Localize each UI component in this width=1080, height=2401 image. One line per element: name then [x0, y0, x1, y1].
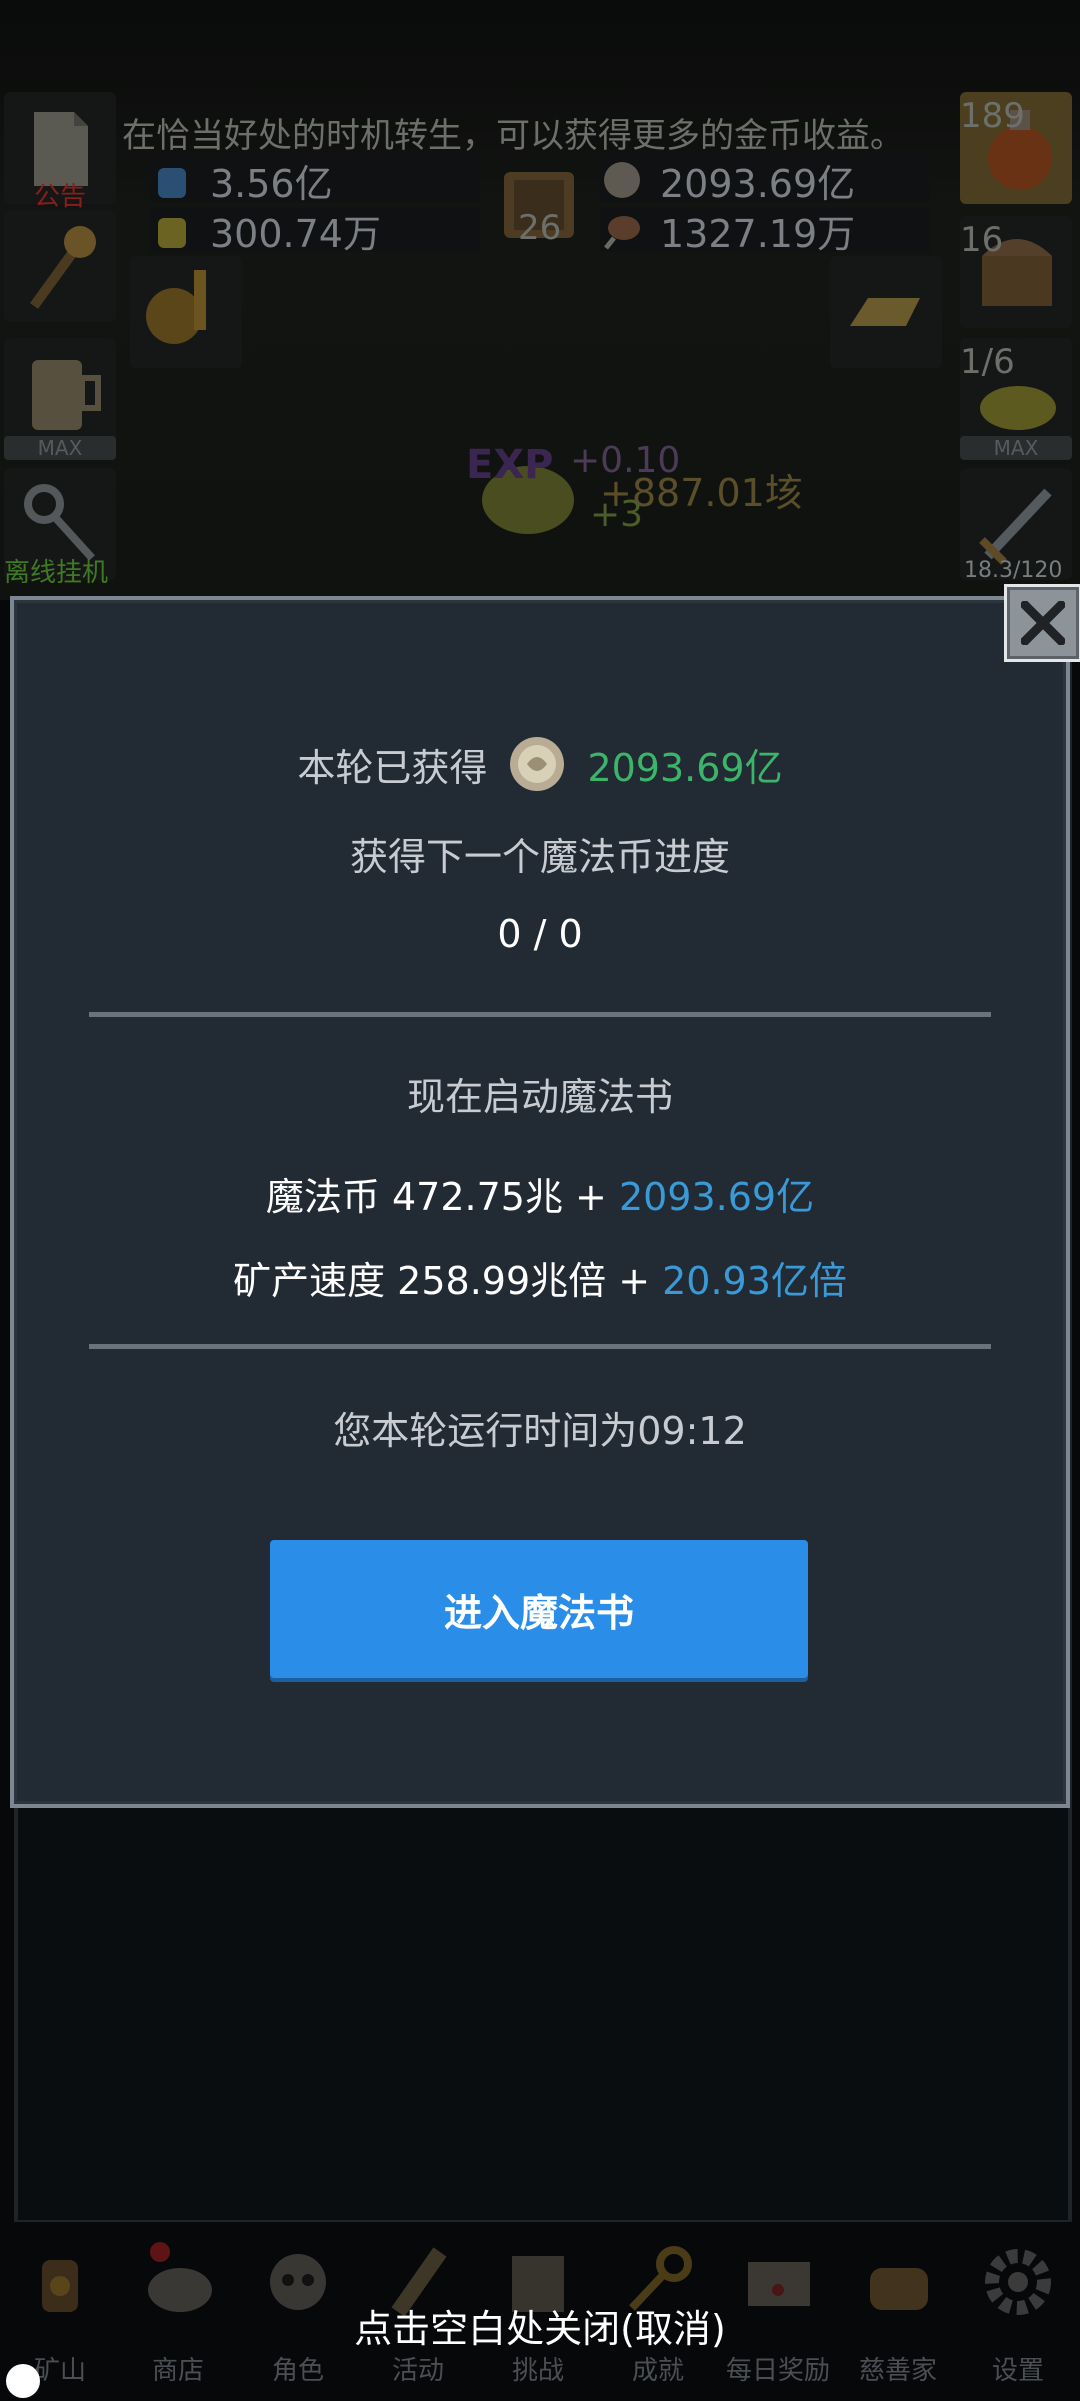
chest-button[interactable]: 16: [960, 216, 1072, 328]
ore-progress: 1/6: [960, 342, 1015, 382]
beer-upgrade-button[interactable]: [4, 338, 116, 450]
runtime-text: 您本轮运行时间为09:12: [333, 1409, 747, 1453]
gold-bar-icon: [850, 298, 920, 326]
meat-value: 1327.19万: [660, 211, 856, 256]
yellow-potion-value: 300.74万: [210, 211, 381, 256]
coin-resource: 2093.69亿: [600, 156, 930, 206]
dialog-close-button[interactable]: [1004, 584, 1080, 662]
ore-max-badge: MAX: [960, 436, 1072, 460]
golden-key-button[interactable]: [130, 256, 242, 368]
magic-coin-label: 魔法币 472.75兆 +: [265, 1175, 619, 1219]
potion-count: 189: [960, 96, 1025, 136]
notice-button[interactable]: 公告: [4, 92, 116, 212]
gold-bar-button[interactable]: [830, 256, 942, 368]
coin-value: 2093.69亿: [660, 161, 856, 206]
blue-potion-icon: [158, 168, 186, 198]
close-icon: [1021, 601, 1065, 645]
blue-potion-value: 3.56亿: [210, 161, 333, 206]
ore-button[interactable]: 1/6: [960, 338, 1072, 450]
meat-icon: [604, 216, 640, 250]
magic-coin-gain: 2093.69亿: [618, 1175, 815, 1219]
torch-button[interactable]: [4, 210, 116, 322]
float-plus-text: +3: [590, 494, 644, 535]
nav-label-settings: 设置: [991, 2356, 1044, 2386]
notice-label: 公告: [34, 182, 87, 212]
nav-label-philanthropist: 慈善家: [858, 2356, 937, 2386]
magic-coin-icon: [510, 737, 565, 791]
blue-potion-resource: 3.56亿: [150, 156, 480, 206]
mining-speed-gain: 20.93亿倍: [662, 1259, 847, 1303]
magic-book-level: 26: [518, 208, 562, 248]
torch-icon: [29, 226, 96, 309]
next-coin-progress-value: 0 / 0: [497, 912, 583, 956]
start-magic-book-label: 现在启动魔法书: [406, 1075, 673, 1119]
nav-label-activity: 活动: [391, 2356, 444, 2386]
yellow-potion-resource: 300.74万: [150, 206, 480, 256]
game-hud-background: 在恰当好处的时机转生，可以获得更多的金币收益。 公告 MAX 离线挂机 3.56…: [0, 0, 1080, 600]
meat-resource: 1327.19万: [600, 206, 930, 256]
floating-assist-dot[interactable]: [6, 2364, 40, 2398]
magic-coin-row: 魔法币 472.75兆 + 2093.69亿: [0, 1166, 1080, 1221]
nav-label-daily-reward: 每日奖励: [725, 2356, 830, 2386]
rebirth-tip-text: 在恰当好处的时机转生，可以获得更多的金币收益。: [122, 116, 904, 156]
sword-progress: 18.3/120: [964, 558, 1063, 583]
nav-label-challenge: 挑战: [511, 2356, 564, 2386]
nav-label-shop: 商店: [151, 2356, 204, 2386]
offline-label: 离线挂机: [4, 558, 109, 588]
earned-label: 本轮已获得: [297, 745, 488, 790]
earned-value: 2093.69亿: [587, 745, 783, 790]
golden-key-icon: [146, 270, 206, 344]
magic-book-button[interactable]: 26: [494, 160, 590, 256]
potion-button[interactable]: 189: [960, 92, 1072, 204]
yellow-potion-icon: [158, 218, 186, 248]
beer-mug-icon: [32, 360, 101, 430]
coin-icon: [604, 162, 640, 198]
enter-magic-book-button[interactable]: 进入魔法书: [270, 1540, 808, 1678]
mining-speed-label: 矿产速度 258.99兆倍 +: [233, 1259, 663, 1303]
beer-max-badge: MAX: [4, 436, 116, 460]
divider-bottom: [89, 1344, 991, 1349]
mining-speed-row: 矿产速度 258.99兆倍 + 20.93亿倍: [0, 1250, 1080, 1305]
sword-button[interactable]: 18.3/120: [960, 468, 1072, 583]
divider-top: [89, 1012, 991, 1017]
svg-text:EXP: EXP: [466, 442, 553, 488]
next-coin-progress-label: 获得下一个魔法币进度: [349, 835, 730, 879]
nav-label-character: 角色: [271, 2356, 324, 2386]
nav-label-achievement: 成就: [631, 2356, 684, 2386]
chest-count: 16: [960, 220, 1004, 260]
earned-row: 本轮已获得 2093.69亿: [0, 734, 1080, 794]
tap-blank-to-close-hint[interactable]: 点击空白处关闭(取消): [0, 2298, 1080, 2353]
